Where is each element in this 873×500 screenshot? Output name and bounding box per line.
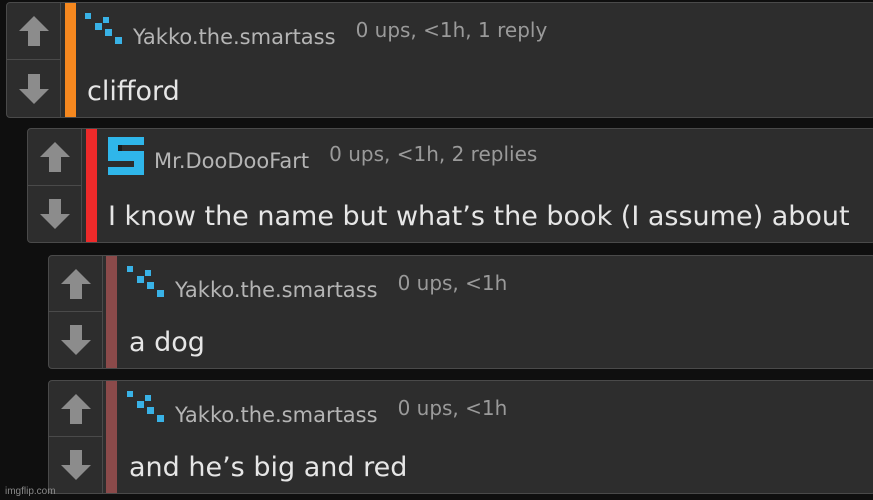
thread-stripe: [106, 381, 117, 493]
username-link[interactable]: Yakko.the.smartass: [175, 403, 378, 427]
comment-body: and he’s big and red: [129, 452, 408, 483]
pixel-dots-avatar: [127, 266, 164, 297]
arrow-down-icon: [60, 450, 91, 480]
vote-column: [49, 256, 103, 368]
username-link[interactable]: Mr.DooDooFart: [154, 149, 309, 173]
downvote-button[interactable]: [49, 312, 102, 368]
thread-stripe: [86, 129, 97, 242]
downvote-button[interactable]: [49, 437, 102, 493]
upvote-button[interactable]: [49, 256, 102, 312]
arrow-up-icon: [60, 393, 91, 424]
comment: Yakko.the.smartass 0 ups, <1h a dog: [48, 255, 873, 369]
vote-column: [28, 129, 82, 242]
downvote-button[interactable]: [28, 186, 81, 243]
arrow-down-icon: [60, 325, 91, 355]
arrow-down-icon: [18, 73, 49, 104]
vote-column: [7, 3, 61, 117]
pixel-s-avatar: [108, 137, 144, 175]
downvote-button[interactable]: [7, 60, 60, 117]
comment-meta: 0 ups, <1h, 1 reply: [355, 18, 548, 42]
comment-meta: 0 ups, <1h, 2 replies: [329, 142, 538, 166]
arrow-down-icon: [39, 198, 70, 229]
upvote-button[interactable]: [28, 129, 81, 186]
comment-meta: 0 ups, <1h: [397, 271, 508, 295]
comment: Yakko.the.smartass 0 ups, <1h and he’s b…: [48, 380, 873, 494]
comment-body: clifford: [87, 76, 180, 107]
upvote-button[interactable]: [7, 3, 60, 60]
comment-header: Yakko.the.smartass 0 ups, <1h, 1 reply: [83, 9, 547, 55]
comment-header: Mr.DooDooFart 0 ups, <1h, 2 replies: [104, 133, 537, 179]
comment-body: a dog: [129, 327, 205, 358]
comment: Yakko.the.smartass 0 ups, <1h, 1 reply c…: [6, 2, 873, 118]
thread-stripe: [106, 256, 117, 368]
vote-column: [49, 381, 103, 493]
upvote-button[interactable]: [49, 381, 102, 437]
arrow-up-icon: [18, 16, 49, 46]
pixel-dots-avatar: [85, 13, 122, 44]
comment-body: I know the name but what’s the book (I a…: [108, 201, 850, 232]
arrow-up-icon: [60, 268, 91, 299]
comment: Mr.DooDooFart 0 ups, <1h, 2 replies I kn…: [27, 128, 873, 243]
comment-header: Yakko.the.smartass 0 ups, <1h: [125, 387, 507, 433]
comment-meta: 0 ups, <1h: [397, 396, 508, 420]
username-link[interactable]: Yakko.the.smartass: [175, 278, 378, 302]
watermark: imgflip.com: [5, 486, 56, 497]
pixel-dots-avatar: [127, 391, 164, 422]
thread-stripe: [65, 3, 76, 117]
arrow-up-icon: [39, 141, 70, 172]
username-link[interactable]: Yakko.the.smartass: [133, 25, 336, 49]
comment-header: Yakko.the.smartass 0 ups, <1h: [125, 262, 507, 308]
